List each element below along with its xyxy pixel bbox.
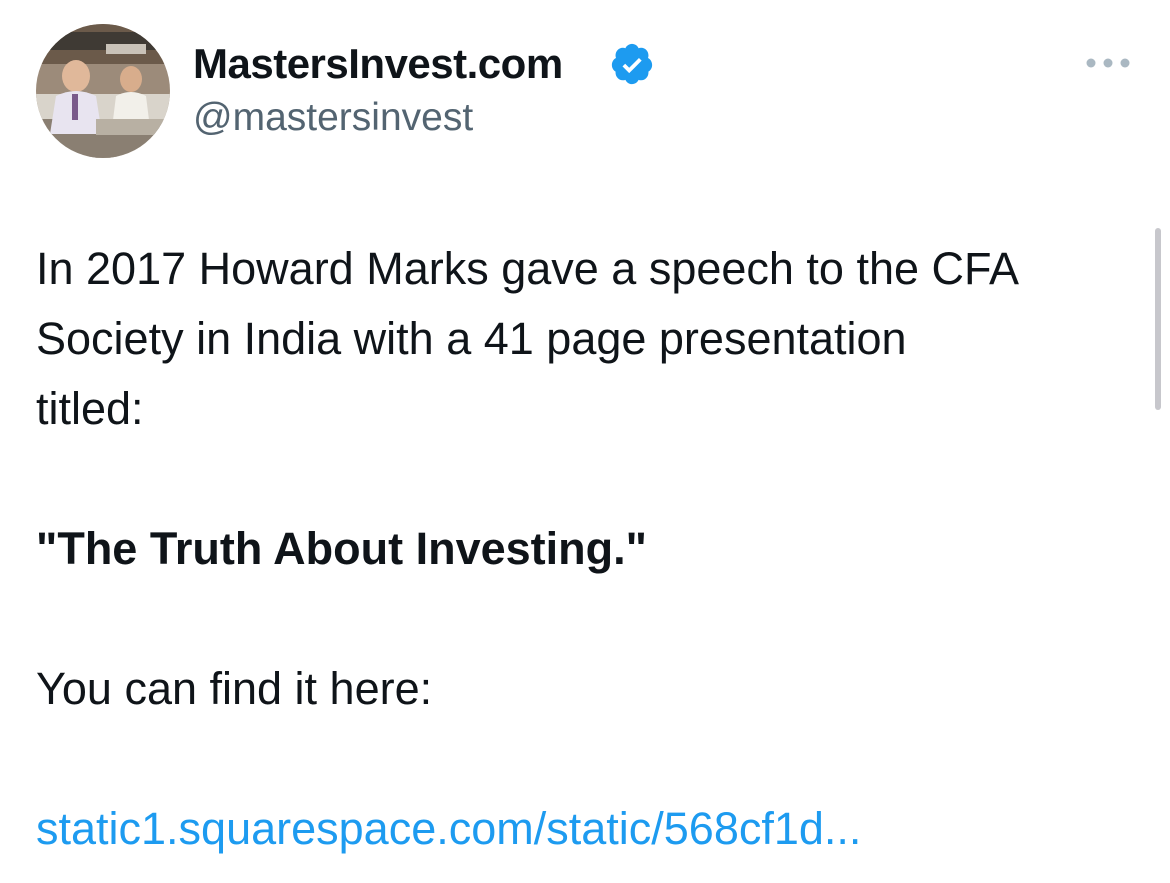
presentation-link[interactable]: static1.squarespace.com/static/568cf1d..… — [36, 803, 861, 854]
scrollbar[interactable] — [1155, 228, 1161, 410]
tweet-line: Society in India with a 41 page presenta… — [36, 313, 907, 364]
author-display-name[interactable]: MastersInvest.com — [193, 39, 563, 89]
tweet-line: You can find it here: — [36, 663, 433, 714]
author-handle[interactable]: @mastersinvest — [193, 94, 473, 142]
tweet-line: titled: — [36, 383, 144, 434]
author-avatar[interactable] — [36, 24, 170, 158]
more-options-icon[interactable] — [1083, 50, 1133, 76]
tweet-text: In 2017 Howard Marks gave a speech to th… — [36, 234, 1146, 864]
tweet-line: In 2017 Howard Marks gave a speech to th… — [36, 243, 1020, 294]
tweet-view: MastersInvest.com @mastersinvest In 2017… — [0, 0, 1170, 883]
verified-badge-icon — [611, 43, 653, 85]
avatar-photo — [36, 24, 170, 158]
presentation-title: "The Truth About Investing." — [36, 523, 647, 574]
